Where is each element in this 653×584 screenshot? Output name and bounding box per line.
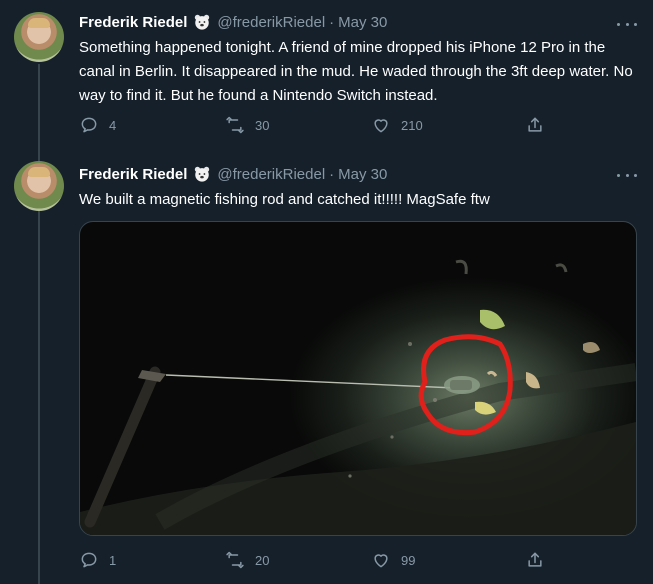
tweet-text: Something happened tonight. A friend of …	[79, 39, 633, 104]
reply-button[interactable]: 4	[79, 115, 116, 135]
share-button[interactable]	[525, 115, 545, 135]
share-icon	[528, 552, 542, 567]
canal-photo-illustration	[80, 259, 636, 535]
reply-count: 4	[109, 117, 117, 133]
more-dots-icon[interactable]	[617, 171, 637, 179]
polar-bear-emoji-icon	[195, 14, 210, 30]
tweet-2[interactable]: Frederik Riedel @frederikRiedel · May 30…	[0, 155, 653, 573]
retweet-button[interactable]: 20	[225, 550, 269, 570]
polar-bear-emoji-icon	[195, 166, 210, 182]
reply-icon	[81, 117, 97, 133]
reply-button[interactable]: 1	[79, 550, 116, 570]
tweet-photo[interactable]	[79, 221, 637, 536]
like-icon	[374, 554, 388, 568]
tweet-actions: 1 20 99	[79, 550, 559, 572]
like-button[interactable]: 99	[371, 550, 415, 570]
author-handle[interactable]: @frederikRiedel	[217, 14, 325, 31]
author-name[interactable]: Frederik Riedel	[79, 14, 187, 31]
separator-dot: ·	[329, 165, 335, 183]
retweet-button[interactable]: 30	[225, 115, 269, 135]
like-button[interactable]: 210	[371, 115, 423, 135]
tweet-actions: 4 30 210	[79, 115, 559, 137]
tweet-text: We built a magnetic fishing rod and catc…	[79, 191, 490, 208]
tweet-1[interactable]: Frederik Riedel @frederikRiedel · May 30…	[0, 0, 653, 150]
share-button[interactable]	[525, 550, 545, 570]
like-count: 210	[401, 117, 423, 133]
avatar[interactable]	[14, 161, 64, 211]
author-name[interactable]: Frederik Riedel	[79, 166, 187, 183]
more-dots-icon[interactable]	[617, 20, 637, 28]
avatar[interactable]	[14, 12, 64, 62]
retweet-icon	[226, 551, 244, 569]
like-icon	[374, 119, 388, 133]
tweet-header: Frederik Riedel @frederikRiedel · May 30	[79, 12, 387, 32]
reply-icon	[81, 552, 97, 568]
tweet-date[interactable]: May 30	[338, 166, 387, 183]
like-count: 99	[401, 552, 416, 568]
tweet-date[interactable]: May 30	[338, 14, 387, 31]
retweet-count: 30	[255, 117, 270, 133]
reply-count: 1	[109, 552, 117, 568]
retweet-count: 20	[255, 552, 270, 568]
author-handle[interactable]: @frederikRiedel	[217, 166, 325, 183]
retweet-icon	[226, 116, 244, 134]
separator-dot: ·	[329, 13, 335, 31]
tweet-header: Frederik Riedel @frederikRiedel · May 30	[79, 164, 387, 184]
share-icon	[528, 117, 542, 132]
